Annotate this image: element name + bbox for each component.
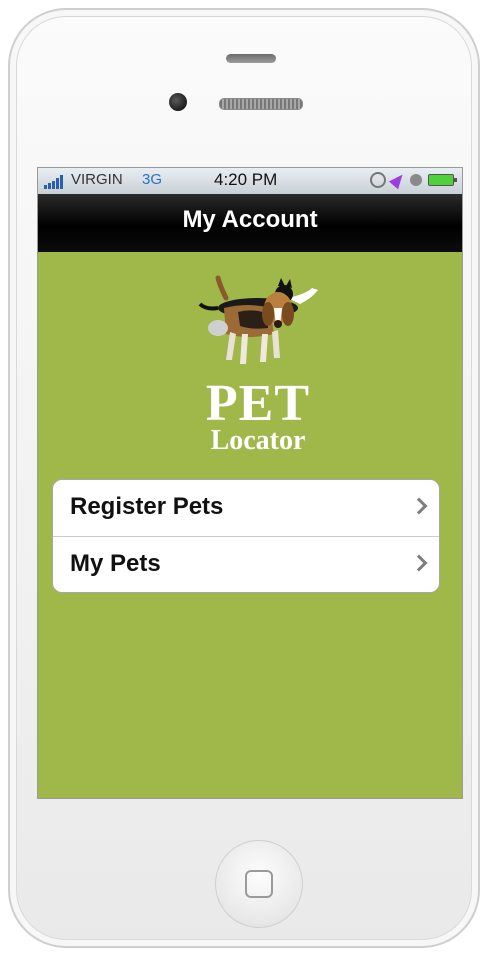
chevron-right-icon (410, 554, 428, 572)
home-square-icon (245, 870, 273, 898)
home-button[interactable] (215, 840, 303, 928)
battery-icon (428, 174, 457, 186)
register-pets-label: Register Pets (70, 493, 224, 520)
app-screen: VIRGIN 3G 4:20 PM My Account PET Locator… (38, 168, 462, 798)
account-menu: Register Pets My Pets (52, 479, 440, 593)
dog-cat-illustration (198, 275, 318, 364)
location-icon (388, 170, 408, 190)
my-pets-row[interactable]: My Pets (53, 536, 439, 592)
navigation-bar: My Account (38, 194, 462, 252)
alarm-icon (410, 174, 422, 186)
status-icons (370, 170, 457, 190)
signal-bars-icon (44, 175, 63, 189)
logo-subtitle: Locator (210, 425, 306, 456)
speaker-slot (226, 54, 276, 63)
my-pets-label: My Pets (70, 550, 161, 577)
chevron-right-icon (410, 497, 428, 515)
register-pets-row[interactable]: Register Pets (53, 480, 439, 536)
logo-title: PET (205, 375, 311, 432)
earpiece-grille (219, 98, 303, 110)
rotation-lock-icon (370, 172, 386, 188)
carrier-name: VIRGIN (71, 171, 123, 188)
page-title: My Account (182, 206, 318, 233)
pet-locator-logo: PET Locator (188, 268, 328, 468)
front-camera (169, 93, 187, 111)
status-bar: VIRGIN 3G 4:20 PM (38, 168, 462, 194)
status-time: 4:20 PM (214, 170, 278, 189)
network-type: 3G (142, 171, 163, 188)
